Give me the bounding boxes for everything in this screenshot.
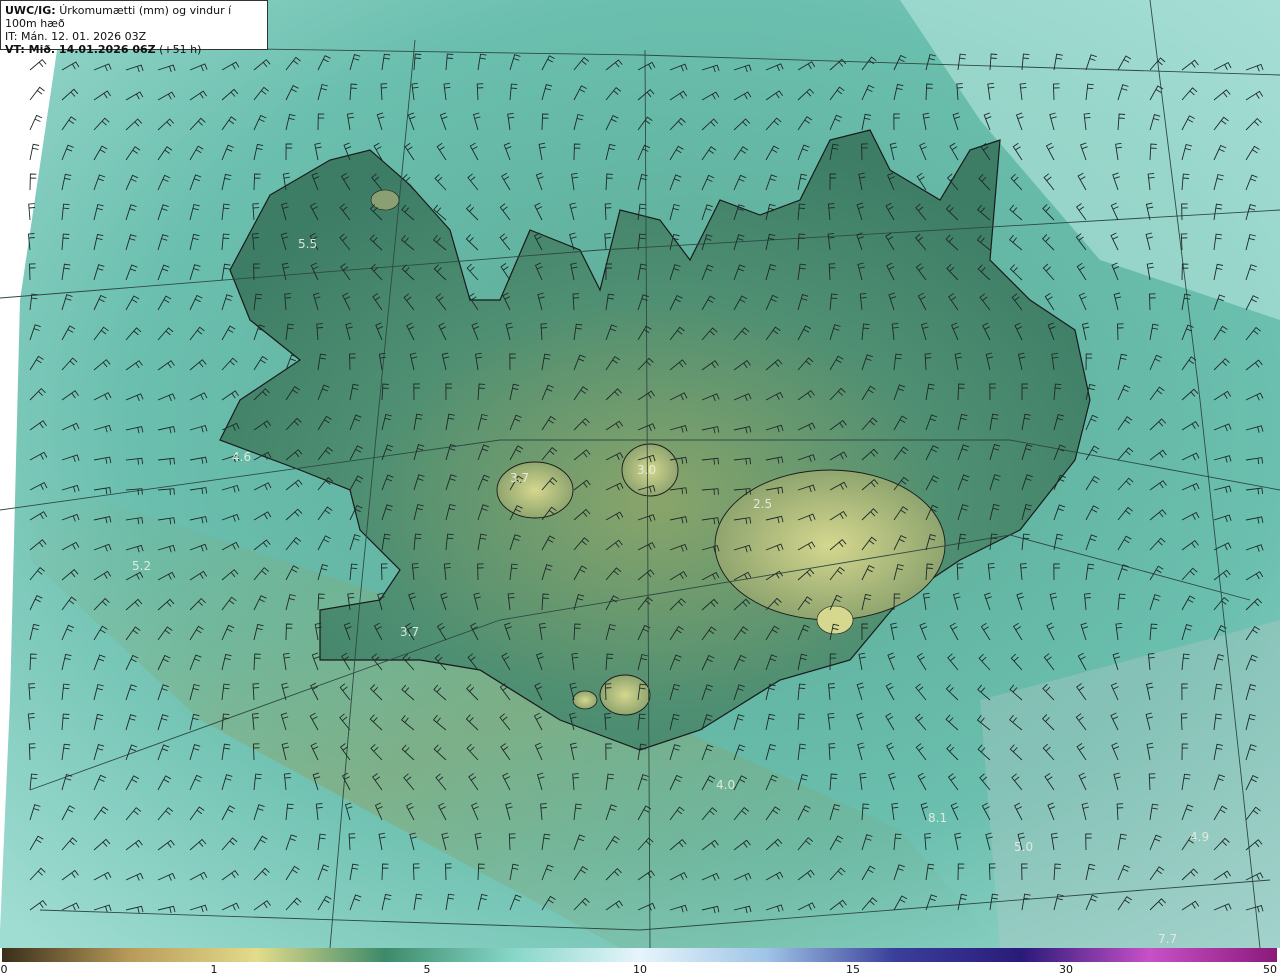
precip-value: 3.0 — [637, 463, 656, 477]
valid-time: VT: Mið. 14.01.2026 06Z — [5, 43, 156, 56]
issue-time: IT: Mán. 12. 01. 2026 03Z — [5, 30, 147, 43]
oraefajokull-glacier — [816, 605, 854, 635]
langjokull-glacier — [496, 461, 574, 519]
map-title-box: UWC/IG: Úrkomumætti (mm) og vindur í 100… — [0, 0, 268, 56]
precip-value: 4.9 — [1190, 830, 1209, 844]
legend-tick: 0 — [0, 963, 8, 976]
precip-value: 3.7 — [400, 625, 419, 639]
eyjafjallajokull-glacier — [572, 690, 598, 710]
legend-colorbar — [2, 948, 1277, 962]
wind-barb — [29, 114, 43, 131]
wind-barb — [29, 86, 45, 101]
map-svg: 5.5 4.6 5.2 3.7 3.0 3.7 2.5 4.0 8.1 5.0 … — [0, 0, 1280, 948]
precip-value: 8.1 — [928, 811, 947, 825]
precip-value: 5.0 — [1014, 840, 1033, 854]
precip-value: 5.2 — [132, 559, 151, 573]
myrdalsjokull-glacier — [599, 674, 651, 716]
precip-value: 5.5 — [298, 237, 317, 251]
title-line: UWC/IG: Úrkomumætti (mm) og vindur í 100… — [5, 4, 263, 30]
legend-tick: 10 — [633, 963, 647, 976]
precip-value: 2.5 — [753, 497, 772, 511]
product-label: UWC/IG: — [5, 4, 56, 17]
legend-tick: 5 — [423, 963, 431, 976]
legend-tick: 30 — [1059, 963, 1073, 976]
precip-value: 4.0 — [716, 778, 735, 792]
drangajokull-glacier — [370, 189, 400, 211]
legend-tick: 15 — [846, 963, 860, 976]
precipitation-wind-map: 5.5 4.6 5.2 3.7 3.0 3.7 2.5 4.0 8.1 5.0 … — [0, 0, 1280, 948]
wind-barb — [29, 173, 37, 191]
wind-barb — [29, 143, 40, 161]
valid-time-line: VT: Mið. 14.01.2026 06Z (+51 h) — [5, 43, 263, 56]
precip-value: 7.7 — [1158, 932, 1177, 946]
legend-tick: 1 — [210, 963, 218, 976]
wind-barb — [29, 58, 47, 71]
precip-value: 4.6 — [232, 450, 251, 464]
lead-time: (+51 h) — [159, 43, 202, 56]
precip-value: 3.7 — [510, 471, 529, 485]
legend-tick: 50 — [1263, 963, 1277, 976]
color-legend: 0 1 5 10 15 30 50 — [0, 948, 1280, 978]
